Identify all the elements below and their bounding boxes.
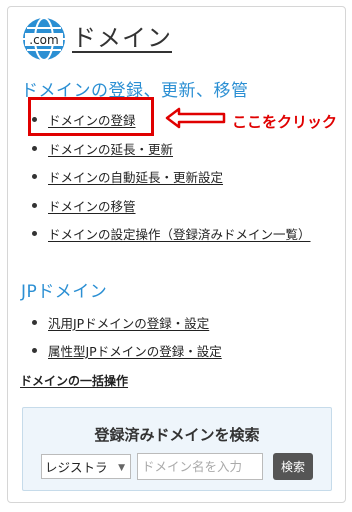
link-label[interactable]: ドメインの設定操作（登録済みドメイン一覧）: [48, 224, 311, 243]
domain-search-box: 登録済みドメインを検索 レジストラ ▼ 検索: [22, 407, 332, 491]
link-attribute-jp[interactable]: 属性型JPドメインの登録・設定: [32, 341, 222, 360]
link-label[interactable]: ドメインの移管: [48, 196, 136, 215]
bullet: [32, 203, 37, 208]
bullet: [32, 348, 37, 353]
domain-search-input[interactable]: [137, 453, 263, 480]
link-domain-auto-renew[interactable]: ドメインの自動延長・更新設定: [32, 167, 223, 186]
search-button[interactable]: 検索: [273, 453, 313, 480]
bullet: [32, 174, 37, 179]
highlight-box: [28, 97, 154, 136]
bulk-operation-link[interactable]: ドメインの一括操作: [20, 372, 128, 389]
link-general-jp[interactable]: 汎用JPドメインの登録・設定: [32, 313, 209, 332]
bullet: [32, 146, 37, 151]
page-title: ドメイン: [72, 24, 172, 52]
registrar-select[interactable]: レジストラ ▼: [41, 454, 131, 479]
globe-dotcom-icon: .com: [23, 17, 65, 61]
link-label[interactable]: ドメインの自動延長・更新設定: [48, 167, 223, 186]
link-label[interactable]: ドメインの延長・更新: [48, 139, 173, 158]
svg-text:.com: .com: [29, 33, 58, 47]
link-domain-renew[interactable]: ドメインの延長・更新: [32, 139, 173, 158]
link-domain-transfer[interactable]: ドメインの移管: [32, 196, 136, 215]
registrar-select-value: レジストラ: [45, 460, 108, 475]
bullet: [32, 320, 37, 325]
chevron-down-icon: ▼: [118, 463, 125, 473]
search-title: 登録済みドメインを検索: [94, 426, 260, 444]
arrow-left-icon: [165, 107, 226, 129]
section-title-jp-domain: JPドメイン: [21, 282, 108, 302]
link-label[interactable]: 属性型JPドメインの登録・設定: [48, 341, 222, 360]
click-here-annotation: ここをクリック: [232, 113, 338, 131]
link-domain-settings[interactable]: ドメインの設定操作（登録済みドメイン一覧）: [32, 224, 311, 243]
link-label[interactable]: 汎用JPドメインの登録・設定: [48, 313, 209, 332]
bullet: [32, 231, 37, 236]
